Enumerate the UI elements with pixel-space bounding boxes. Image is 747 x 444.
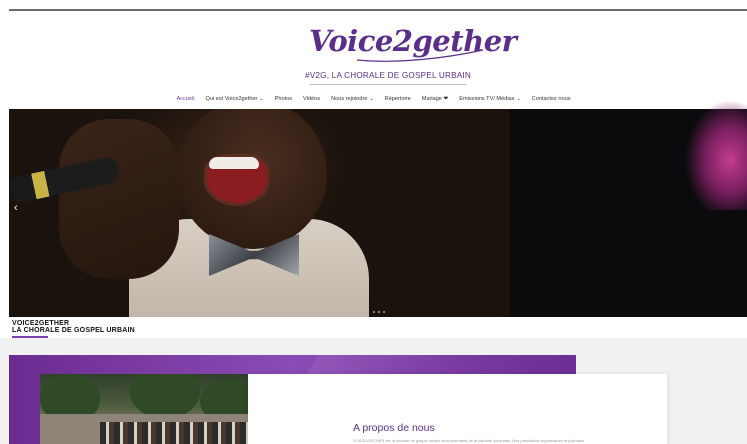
chevron-down-icon: ⌄ <box>259 96 264 102</box>
choir-members-shape <box>100 422 248 444</box>
nav-item-label: Mariage ❤ <box>421 96 449 102</box>
hero-caption: VOICE2GETHER LA CHORALE DE GOSPEL URBAIN <box>12 320 135 338</box>
nav-item-accueil[interactable]: Accueil <box>176 96 194 102</box>
about-title: A propos de nous <box>353 422 435 434</box>
about-card <box>248 374 667 444</box>
tagline-underline <box>310 84 466 85</box>
nav-item-label: Accueil <box>176 96 195 102</box>
chevron-down-icon: ⌄ <box>516 96 521 102</box>
caption-subtitle: LA CHORALE DE GOSPEL URBAIN <box>12 327 135 334</box>
tree-shape <box>130 374 200 419</box>
slider-dots[interactable] <box>373 311 385 313</box>
nav-item-label: Emissions TV/ Médias <box>459 96 515 102</box>
singer-teeth-shape <box>209 157 259 169</box>
hero-slider[interactable] <box>9 109 747 317</box>
nav-item-photos[interactable]: Photos <box>275 96 292 102</box>
logo-text: Voice2gether <box>309 24 517 58</box>
nav-item-label: Contactez nous <box>531 96 571 102</box>
nav-item-videos[interactable]: Vidéos <box>303 96 320 102</box>
about-text: VOICE2GETHER est la chorale de gospel ur… <box>353 438 585 443</box>
choir-photo <box>40 374 248 444</box>
nav-item-mariage[interactable]: Mariage ❤ <box>422 96 448 102</box>
nav-item-label: Vidéos <box>303 96 321 102</box>
site-tagline: #V2G, LA CHORALE DE GOSPEL URBAIN <box>305 71 472 80</box>
slider-dot[interactable] <box>383 311 385 313</box>
nav-item-repertoire[interactable]: Répertoire <box>385 96 411 102</box>
nav-item-emissions-tv-medias[interactable]: Emissions TV/ Médias ⌄ <box>459 96 520 102</box>
site-logo[interactable]: Voice2gether <box>297 20 517 66</box>
nav-item-label: Nous rejoindre <box>331 96 368 102</box>
nav-item-label: Qui est Voice2gether <box>205 96 258 102</box>
chevron-left-icon[interactable]: ‹ <box>14 202 18 214</box>
hero-image-singer <box>9 109 510 317</box>
caption-title: VOICE2GETHER <box>12 320 70 327</box>
top-divider <box>9 9 747 11</box>
nav-item-label: Photos <box>274 96 293 102</box>
singer-hand-shape <box>59 119 179 279</box>
chevron-down-icon: ⌄ <box>369 96 374 102</box>
stage-light-glow <box>650 70 747 210</box>
slider-dot[interactable] <box>378 311 380 313</box>
slider-dot[interactable] <box>373 311 375 313</box>
nav-item-label: Répertoire <box>384 96 411 102</box>
nav-item-contactez-nous[interactable]: Contactez nous <box>532 96 571 102</box>
nav-item-nous-rejoindre[interactable]: Nous rejoindre ⌄ <box>331 96 374 102</box>
nav-item-qui-est-voice2gether[interactable]: Qui est Voice2gether ⌄ <box>205 96 263 102</box>
main-navigation: Accueil Qui est Voice2gether ⌄ Photos Vi… <box>0 96 747 102</box>
